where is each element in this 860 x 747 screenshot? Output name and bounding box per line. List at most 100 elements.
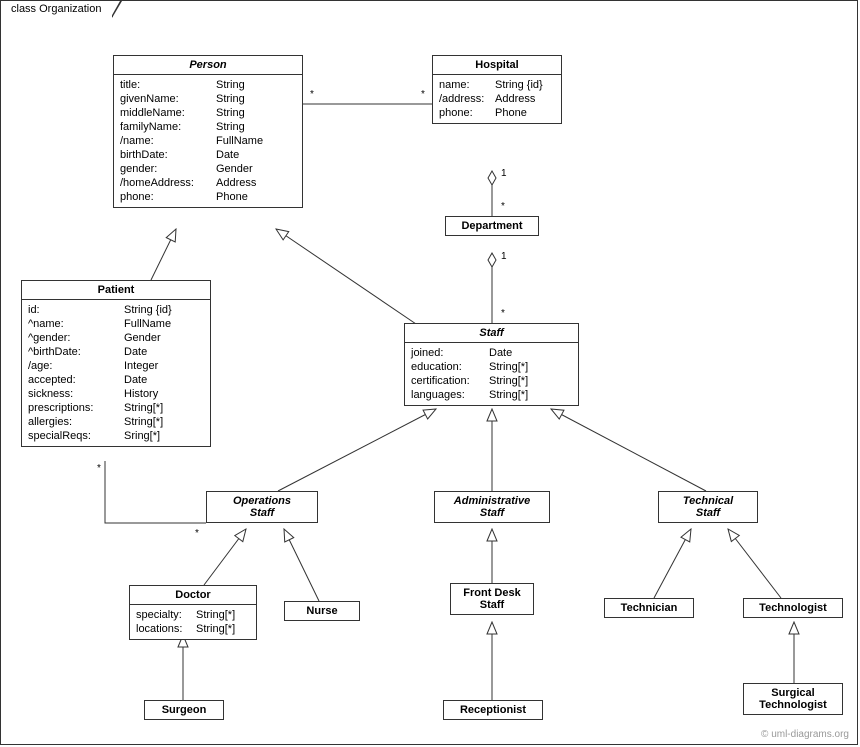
- attribute-name: prescriptions:: [28, 401, 124, 415]
- attribute-name: allergies:: [28, 415, 124, 429]
- mult-hosp-dept-1: 1: [499, 168, 509, 179]
- attribute-type: FullName: [216, 134, 296, 148]
- class-surgical-tech-name: SurgicalTechnologist: [744, 684, 842, 714]
- attribute-type: String: [216, 120, 296, 134]
- class-person: Person title:StringgivenName:Stringmiddl…: [113, 55, 303, 208]
- mult-patient-ops-r: *: [193, 528, 201, 539]
- attribute-row: joined:Date: [411, 346, 572, 360]
- class-technician-name: Technician: [605, 599, 693, 617]
- class-hospital-name: Hospital: [433, 56, 561, 75]
- attribute-type: String[*]: [196, 622, 250, 636]
- class-surgical-tech: SurgicalTechnologist: [743, 683, 843, 715]
- class-doctor-name: Doctor: [130, 586, 256, 605]
- attribute-type: String[*]: [124, 401, 204, 415]
- attribute-row: locations:String[*]: [136, 622, 250, 636]
- class-nurse: Nurse: [284, 601, 360, 621]
- class-hospital: Hospital name:String {id}/address:Addres…: [432, 55, 562, 124]
- attribute-type: Address: [495, 92, 555, 106]
- attribute-name: sickness:: [28, 387, 124, 401]
- attribute-row: languages:String[*]: [411, 388, 572, 402]
- attribute-name: birthDate:: [120, 148, 216, 162]
- attribute-type: String {id}: [124, 303, 204, 317]
- class-staff-name: Staff: [405, 324, 578, 343]
- attribute-type: Address: [216, 176, 296, 190]
- attribute-name: /homeAddress:: [120, 176, 216, 190]
- class-front-desk-name: Front DeskStaff: [451, 584, 533, 614]
- attribute-row: ^name:FullName: [28, 317, 204, 331]
- attribute-row: specialty:String[*]: [136, 608, 250, 622]
- attribute-name: ^birthDate:: [28, 345, 124, 359]
- class-nurse-name: Nurse: [285, 602, 359, 620]
- mult-patient-ops-l: *: [95, 463, 103, 474]
- mult-person-hospital-r: *: [419, 89, 427, 100]
- attribute-name: middleName:: [120, 106, 216, 120]
- attribute-name: specialReqs:: [28, 429, 124, 443]
- class-tech-staff: TechnicalStaff: [658, 491, 758, 523]
- class-front-desk: Front DeskStaff: [450, 583, 534, 615]
- class-doctor: Doctor specialty:String[*]locations:Stri…: [129, 585, 257, 640]
- attribute-type: FullName: [124, 317, 204, 331]
- attribute-row: specialReqs:Sring[*]: [28, 429, 204, 443]
- attribute-name: education:: [411, 360, 489, 374]
- class-technician: Technician: [604, 598, 694, 618]
- attribute-name: ^gender:: [28, 331, 124, 345]
- attribute-name: givenName:: [120, 92, 216, 106]
- class-surgeon-name: Surgeon: [145, 701, 223, 719]
- attribute-row: /address:Address: [439, 92, 555, 106]
- attribute-name: title:: [120, 78, 216, 92]
- attribute-name: phone:: [120, 190, 216, 204]
- attribute-name: certification:: [411, 374, 489, 388]
- attribute-name: /address:: [439, 92, 495, 106]
- attribute-name: accepted:: [28, 373, 124, 387]
- attribute-row: givenName:String: [120, 92, 296, 106]
- class-technologist-name: Technologist: [744, 599, 842, 617]
- class-ops-staff: OperationsStaff: [206, 491, 318, 523]
- attribute-type: Gender: [216, 162, 296, 176]
- class-patient-name: Patient: [22, 281, 210, 300]
- frame-title: class Organization: [11, 3, 102, 15]
- attribute-name: /age:: [28, 359, 124, 373]
- mult-hosp-dept-star: *: [499, 201, 507, 212]
- attribute-row: middleName:String: [120, 106, 296, 120]
- attribute-name: phone:: [439, 106, 495, 120]
- class-staff: Staff joined:Dateeducation:String[*]cert…: [404, 323, 579, 406]
- attribute-type: Date: [489, 346, 572, 360]
- attribute-name: locations:: [136, 622, 196, 636]
- frame-tab: class Organization: [0, 0, 113, 17]
- mult-dept-staff-1: 1: [499, 251, 509, 262]
- attribute-row: accepted:Date: [28, 373, 204, 387]
- attribute-name: familyName:: [120, 120, 216, 134]
- attribute-row: name:String {id}: [439, 78, 555, 92]
- attribute-row: phone:Phone: [439, 106, 555, 120]
- attribute-type: Sring[*]: [124, 429, 204, 443]
- class-technologist: Technologist: [743, 598, 843, 618]
- watermark: © uml-diagrams.org: [761, 729, 849, 740]
- attribute-type: Integer: [124, 359, 204, 373]
- class-department: Department: [445, 216, 539, 236]
- attribute-row: ^birthDate:Date: [28, 345, 204, 359]
- attribute-type: String[*]: [489, 388, 572, 402]
- class-surgeon: Surgeon: [144, 700, 224, 720]
- attribute-type: String[*]: [124, 415, 204, 429]
- attribute-row: phone:Phone: [120, 190, 296, 204]
- class-patient: Patient id:String {id}^name:FullName^gen…: [21, 280, 211, 447]
- class-person-name: Person: [114, 56, 302, 75]
- attribute-type: String: [216, 78, 296, 92]
- attribute-name: name:: [439, 78, 495, 92]
- attribute-row: ^gender:Gender: [28, 331, 204, 345]
- attribute-row: /homeAddress:Address: [120, 176, 296, 190]
- attribute-row: title:String: [120, 78, 296, 92]
- attribute-row: allergies:String[*]: [28, 415, 204, 429]
- attribute-type: String[*]: [489, 374, 572, 388]
- attribute-type: String[*]: [489, 360, 572, 374]
- attribute-type: Gender: [124, 331, 204, 345]
- attribute-type: Date: [124, 373, 204, 387]
- class-tech-staff-name: TechnicalStaff: [659, 492, 757, 522]
- attribute-name: gender:: [120, 162, 216, 176]
- attribute-type: Phone: [495, 106, 555, 120]
- class-receptionist-name: Receptionist: [444, 701, 542, 719]
- attribute-name: languages:: [411, 388, 489, 402]
- class-ops-staff-name: OperationsStaff: [207, 492, 317, 522]
- mult-dept-staff-star: *: [499, 308, 507, 319]
- attribute-type: String {id}: [495, 78, 555, 92]
